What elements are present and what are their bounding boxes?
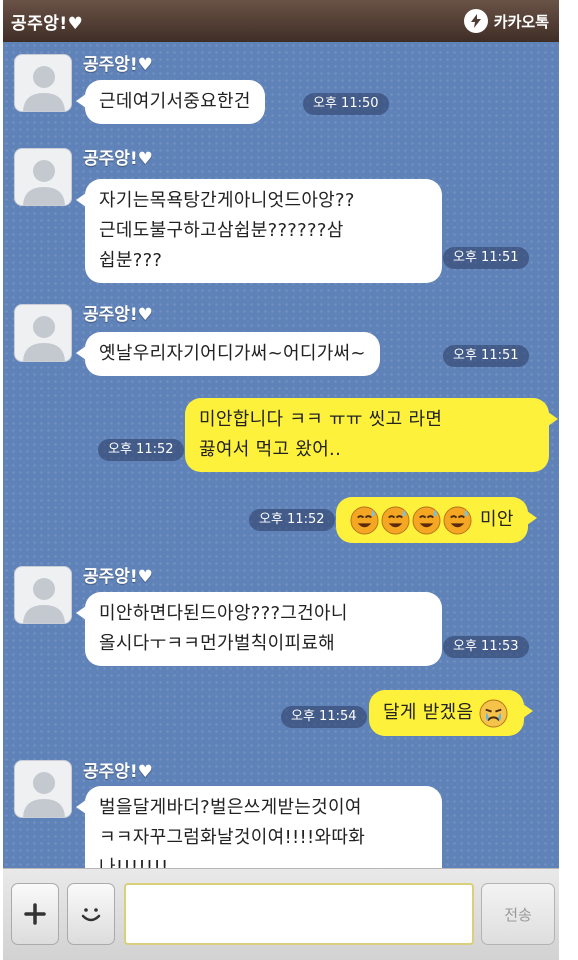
sender-name: 공주앙!♥ [83,55,153,75]
message-text: 달게 받겠음 [383,702,474,723]
sender-name: 공주앙!♥ [83,567,153,587]
sender-avatar[interactable] [14,760,72,818]
message-bubble[interactable]: 옛날우리자기어디가써~어디가써~ [76,332,380,376]
message-bubble[interactable]: 자기는목욕탕간게아니엇드아앙?? 근데도불구하고삼쉽분??????삼 쉽분??? [76,179,442,283]
crying-emoticon [479,698,508,728]
sweat-smile-emoticon [443,505,472,535]
brand-label: 카카오톡 [493,12,549,31]
message-time: 오후 11:53 [443,636,529,658]
add-attachment-button[interactable] [11,883,59,945]
message-bubble-outgoing[interactable]: 미안합니다 ㅋㅋ ㅠㅠ 씻고 라면 끓여서 먹고 왔어.. [185,398,558,472]
plus-icon [24,903,46,925]
chat-header: 공주앙!♥ 카카오톡 [3,0,559,42]
message-time: 오후 11:54 [281,706,367,728]
message-bubble-outgoing[interactable]: 미안 [336,497,537,543]
send-button[interactable]: 전송 [481,883,555,945]
message-time: 오후 11:51 [443,345,529,367]
message-bubble-outgoing[interactable]: 달게 받겠음 [369,690,534,736]
sweat-smile-emoticon [381,505,410,535]
sender-avatar[interactable] [14,54,72,112]
kakaotalk-brand: 카카오톡 [463,9,549,33]
message-input[interactable] [124,883,474,945]
message-bubble[interactable]: 벌을달게바더?벌은쓰게받는것이여 ㅋㅋ자꾸그럼화날것이여!!!!와따화 나!!!… [76,786,442,868]
sweat-smile-emoticon [350,505,379,535]
message-input-bar: 전송 [3,868,559,960]
message-time: 오후 11:52 [249,509,335,531]
message-time: 오후 11:51 [443,247,529,269]
chat-title: 공주앙!♥ [11,13,84,34]
sweat-smile-emoticon [412,505,441,535]
sender-avatar[interactable] [14,566,72,624]
sender-avatar[interactable] [14,148,72,206]
message-bubble[interactable]: 미안하면다된드아앙???그건아니 올시다ㅜㅋㅋ먼가벌칙이피료해 [76,592,442,666]
message-time: 오후 11:52 [98,439,184,461]
sender-name: 공주앙!♥ [83,762,153,782]
smiley-icon [81,908,101,922]
kakaotalk-logo-icon [463,9,488,33]
message-text: 미안 [480,509,514,530]
chat-area[interactable]: 공주앙!♥ 근데여기서중요한건 오후 11:50 공주앙!♥ 자기는목욕탕간게아… [3,42,559,868]
emoticon-button[interactable] [67,883,115,945]
message-time: 오후 11:50 [303,93,389,115]
kakaotalk-chat-screen: 공주앙!♥ 카카오톡 공주앙!♥ 근데여기서중요한건 오후 11:50 공주앙!… [3,0,559,960]
sender-name: 공주앙!♥ [83,305,153,325]
message-bubble[interactable]: 근데여기서중요한건 [76,80,265,124]
sender-avatar[interactable] [14,304,72,362]
sender-name: 공주앙!♥ [83,149,153,169]
